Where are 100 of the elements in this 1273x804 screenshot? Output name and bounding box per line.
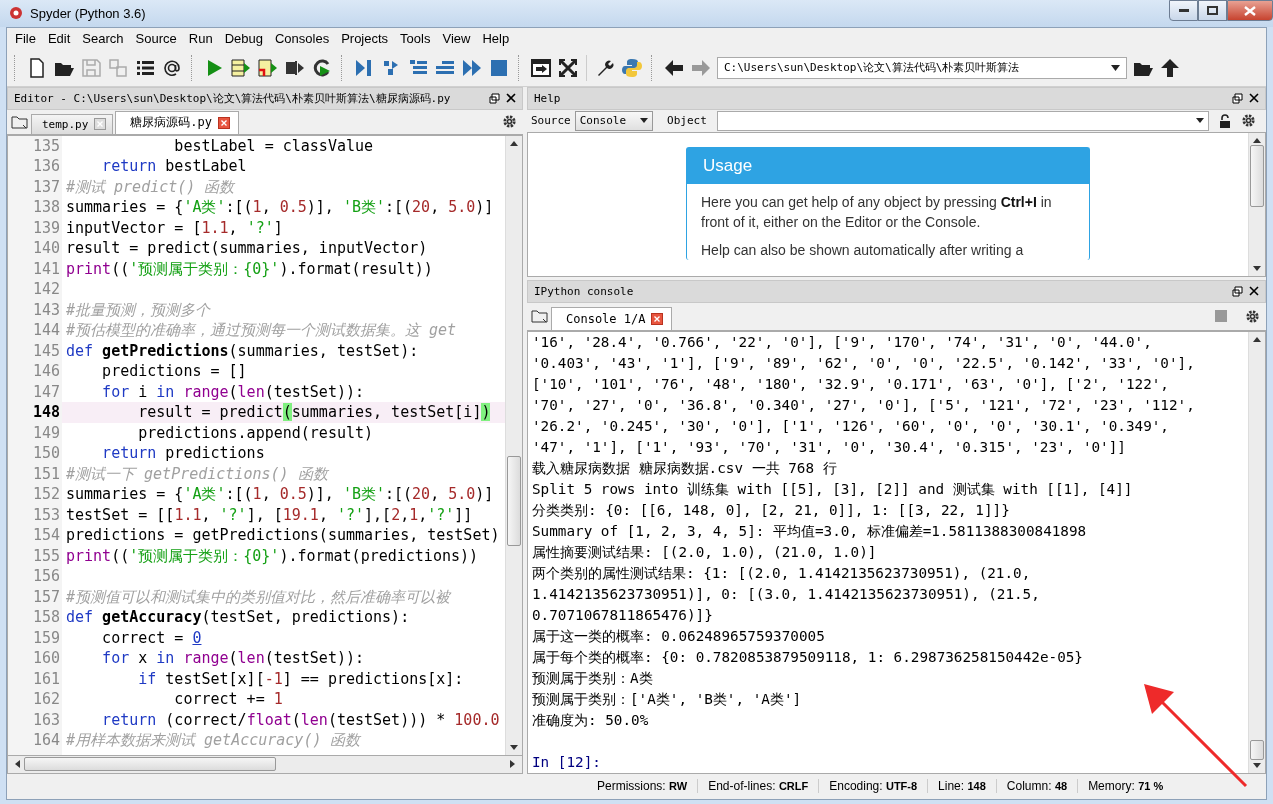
undock-icon[interactable] <box>1232 285 1243 297</box>
console-tab[interactable]: Console 1/A <box>551 306 673 330</box>
run-cell-advance-icon[interactable] <box>257 56 279 79</box>
console-output-line: 分类类别: {0: [[6, 148, 0], [2, 21, 0]], 1: [[3, 22, 1]]} <box>532 500 1011 520</box>
code-line: if testSet[x][-1] == predictions[x]: <box>137 668 465 690</box>
scrollbar-thumb[interactable] <box>1250 739 1264 760</box>
undock-icon[interactable] <box>489 92 500 104</box>
line-number: 137 <box>31 176 61 198</box>
close-tab-icon[interactable] <box>94 118 107 131</box>
scrollbar-thumb[interactable] <box>24 757 276 772</box>
console-output-line: 预测属于类别：['A类', 'B类', 'A类'] <box>532 689 803 709</box>
menu-item[interactable]: Search <box>76 29 130 49</box>
maximize-button[interactable] <box>1198 0 1227 21</box>
menu-item[interactable]: Debug <box>218 29 269 49</box>
caret-icon[interactable] <box>640 118 649 124</box>
code-line: #批量预测，预测多个 <box>65 299 212 321</box>
code-line: for x in range(len(testSet)): <box>101 648 366 669</box>
menu-item[interactable]: Edit <box>41 29 77 49</box>
editor-tab[interactable]: temp.py <box>31 113 114 134</box>
console-output-line: 属性摘要测试结果: [(2.0, 1.0), (21.0, 1.0)] <box>532 542 878 562</box>
caret-icon[interactable] <box>1196 118 1204 124</box>
code-line: #测试 predict() 函数 <box>65 176 236 198</box>
code-line: print(('预测属于类别：{0}').format(predictions)) <box>65 545 480 567</box>
settings-icon[interactable] <box>502 114 517 130</box>
editor-tab[interactable]: 糖尿病源码.py <box>115 110 240 134</box>
settings-icon[interactable] <box>1241 113 1256 129</box>
scroll-left-icon[interactable] <box>14 760 20 769</box>
maximize-pane-icon[interactable] <box>530 56 552 79</box>
line-number: 162 <box>31 689 61 710</box>
line-number: 155 <box>31 545 61 567</box>
line-number: 144 <box>31 320 61 341</box>
folder-icon[interactable] <box>11 113 29 130</box>
code-line: #预估模型的准确率，通过预测每一个测试数据集。这 get <box>65 320 458 341</box>
object-field[interactable] <box>716 110 1209 131</box>
scroll-up-icon[interactable] <box>510 139 518 146</box>
console-output-line: '47', '1'], ['1', '93', '70', '31', '0', '30.4', '0.315', '23', '0']] <box>532 437 1127 457</box>
lock-icon[interactable] <box>1219 113 1231 128</box>
console-output-line: Split 5 rows into 训练集 with [[5], [3], [2]] and 测试集 with [[1], [4]] <box>532 479 1134 499</box>
status-item: Memory: 71 % <box>1077 779 1174 794</box>
run-cell-icon[interactable] <box>230 56 252 79</box>
close-tab-icon[interactable] <box>218 116 231 129</box>
scroll-down-icon[interactable] <box>1253 762 1261 769</box>
caret-icon[interactable] <box>1111 64 1120 71</box>
path-field[interactable]: C:\Users\sun\Desktop\论文\算法代码\朴素贝叶斯算法 <box>717 56 1127 79</box>
scrollbar-thumb[interactable] <box>1250 144 1264 207</box>
code-line: return (correct/float(len(testSet))) * 100.0 <box>101 709 501 731</box>
line-number: 148 <box>31 402 61 423</box>
line-number: 140 <box>31 238 61 259</box>
menu-item[interactable]: Run <box>182 29 219 49</box>
python-logo-icon[interactable] <box>621 56 643 79</box>
folder-icon[interactable] <box>531 308 549 325</box>
minimize-icon[interactable] <box>1178 8 1189 13</box>
minimize-button[interactable] <box>1169 0 1198 21</box>
maximize-icon[interactable] <box>1207 6 1218 15</box>
console-output-line: 属于这一类的概率: 0.06248965759370005 <box>532 626 826 646</box>
pane-title: Help <box>534 91 561 105</box>
close-tab-icon[interactable] <box>651 312 664 325</box>
menu-item[interactable]: Source <box>129 29 183 49</box>
object-label: Object <box>667 114 707 128</box>
scroll-down-icon[interactable] <box>510 744 518 751</box>
menu-item[interactable]: Tools <box>394 29 437 49</box>
line-number: 149 <box>31 422 61 444</box>
status-item: End-of-lines: CRLF <box>697 779 819 794</box>
settings-icon[interactable] <box>1245 308 1260 324</box>
scroll-down-icon[interactable] <box>1253 265 1261 272</box>
undock-icon[interactable] <box>1232 92 1243 104</box>
code-line: predictions = getPredictions(summaries, testSet) <box>65 525 501 546</box>
pane-title: Editor - C:\Users\sun\Desktop\论文\算法代码\朴素贝叶斯算法\糖尿病源码.py <box>14 90 451 106</box>
code-line: def getAccuracy(testSet, predictions): <box>65 607 411 628</box>
code-line: #用样本数据来测试 getAccuracy() 函数 <box>65 730 362 751</box>
close-icon[interactable] <box>506 93 516 104</box>
menu-item[interactable]: Consoles <box>268 29 336 49</box>
close-button[interactable] <box>1227 0 1273 21</box>
line-number: 164 <box>31 730 61 751</box>
menu-item[interactable]: View <box>436 29 477 49</box>
code-line: return predictions <box>101 443 266 464</box>
menu-item[interactable]: File <box>9 29 42 49</box>
console-output-line: ['10', '101', '76', '48', '180', '32.9', '0.171', '63', '0'], ['2', '122', <box>532 374 1170 394</box>
menu-item[interactable]: Projects <box>335 29 395 49</box>
scroll-right-icon[interactable] <box>510 760 516 769</box>
scroll-up-icon[interactable] <box>1253 335 1261 342</box>
fullscreen-icon[interactable] <box>557 56 579 79</box>
close-icon[interactable] <box>1249 93 1259 104</box>
console-output-line: 准确度为: 50.0% <box>532 710 650 730</box>
line-number: 138 <box>31 197 61 218</box>
console-output-line: '0.403', '43', '1'], ['9', '89', '62', '0', '0', '22.5', '0.142', '33', '0'], <box>532 353 1196 373</box>
code-line: predictions = [] <box>101 361 248 382</box>
status-item: Line: 148 <box>927 779 996 794</box>
source-dropdown[interactable]: Console <box>574 110 654 131</box>
code-line: correct = 0 <box>101 627 203 649</box>
menu-item[interactable]: Help <box>476 29 516 49</box>
console-output-line: '16', '28.4', '0.766', '22', '0'], ['9', '170', '74', '31', '0', '44.0', <box>532 332 1153 352</box>
close-icon[interactable] <box>1249 286 1259 297</box>
line-number: 160 <box>31 648 61 669</box>
help-text: Help can also be shown automatically after writing a <box>700 240 1025 260</box>
console-output-line: '70', '27', '0', '36.8', '0.340', '27', '0'], ['5', '121', '72', '23', '112', <box>532 395 1196 415</box>
scrollbar-thumb[interactable] <box>507 455 521 546</box>
app-icon <box>8 5 24 22</box>
up-arrow-icon[interactable] <box>1159 56 1181 79</box>
line-number: 157 <box>31 586 61 608</box>
